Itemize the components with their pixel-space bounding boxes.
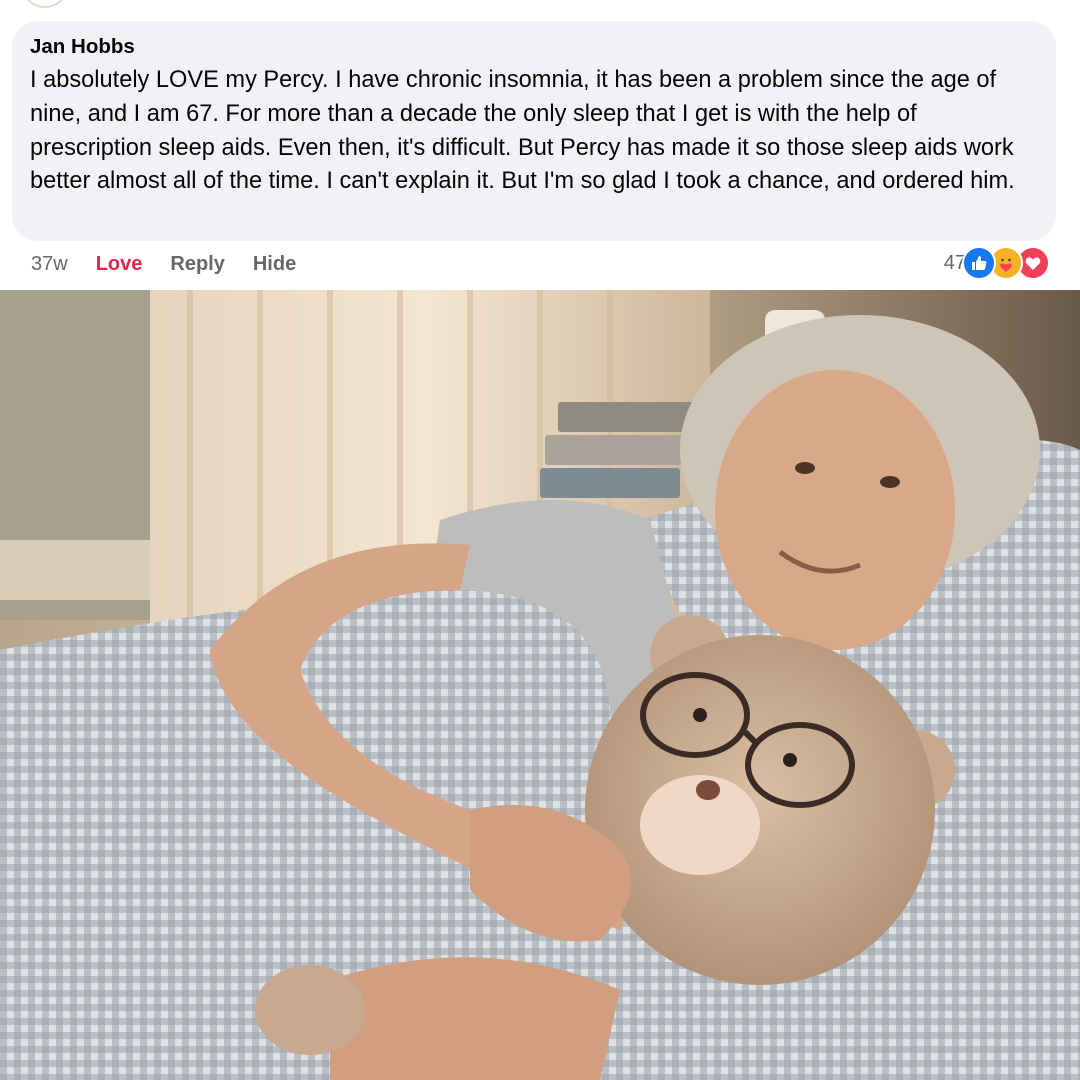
- bear-paw: [255, 965, 365, 1055]
- comment-actions: 37w Love Reply Hide: [31, 251, 324, 277]
- reply-link[interactable]: Reply: [170, 253, 224, 276]
- photo-illustration: [0, 290, 1080, 1080]
- comment-text: I absolutely LOVE my Percy. I have chron…: [30, 67, 1015, 195]
- like-icon: [962, 246, 996, 280]
- lower-hand: [330, 957, 620, 1080]
- reaction-summary[interactable]: 47: [944, 246, 1050, 280]
- comment-author[interactable]: Jan Hobbs: [30, 34, 135, 60]
- comment-timestamp[interactable]: 37w: [31, 253, 68, 276]
- hide-link[interactable]: Hide: [253, 253, 296, 276]
- comment-bubble: Jan Hobbs I absolutely LOVE my Percy. I …: [12, 21, 1056, 241]
- love-reaction-link[interactable]: Love: [96, 253, 143, 276]
- previous-comment-avatar[interactable]: [24, 0, 66, 8]
- photo-older-woman-with-teddy-bear[interactable]: [0, 290, 1080, 1080]
- face: [715, 370, 955, 650]
